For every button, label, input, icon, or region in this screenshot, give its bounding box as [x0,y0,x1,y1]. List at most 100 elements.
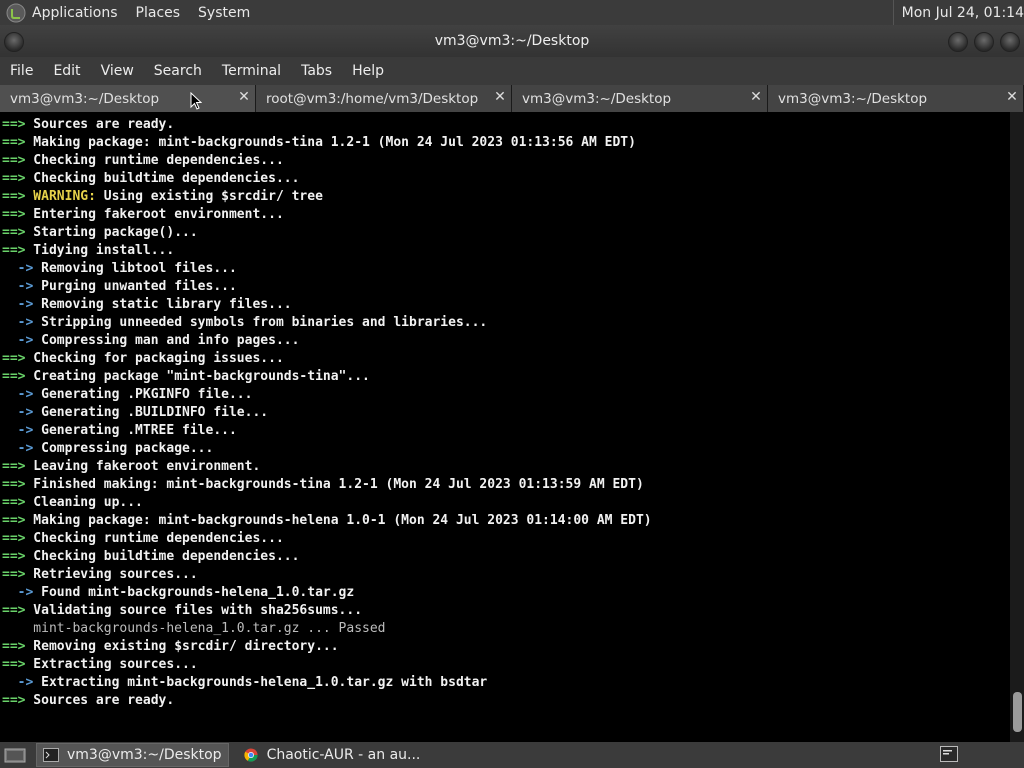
panel-menu-system[interactable]: System [198,5,250,21]
scrollbar-thumb[interactable] [1013,692,1022,732]
sub-arrow-prefix: -> [2,405,34,420]
show-desktop-icon[interactable] [4,746,26,764]
terminal-line: -> Stripping unneeded symbols from binar… [2,314,1010,332]
menu-edit[interactable]: Edit [43,63,90,79]
arrow-prefix: ==> [2,225,26,240]
menu-terminal[interactable]: Terminal [212,63,291,79]
window-menu-button[interactable] [4,32,24,52]
sub-arrow-prefix: -> [2,585,34,600]
arrow-prefix: ==> [2,189,26,204]
terminal-line: -> Removing libtool files... [2,260,1010,278]
terminal-scrollbar[interactable] [1010,112,1024,742]
terminal-line: ==> Checking buildtime dependencies... [2,170,1010,188]
line-text: Removing static library files... [33,297,292,312]
menu-view[interactable]: View [91,63,144,79]
workspace-switcher-icon[interactable] [940,746,958,762]
menu-help[interactable]: Help [342,63,394,79]
window-titlebar[interactable]: vm3@vm3:~/Desktop [0,25,1024,57]
tab-label: vm3@vm3:~/Desktop [778,90,928,107]
close-tab-icon[interactable]: ✕ [493,90,507,104]
line-text: mint-backgrounds-helena_1.0.tar.gz ... P… [2,621,386,636]
line-text: Stripping unneeded symbols from binaries… [33,315,488,330]
line-text: Checking runtime dependencies... [25,153,284,168]
terminal-line: ==> Making package: mint-backgrounds-tin… [2,134,1010,152]
arrow-prefix: ==> [2,459,26,474]
sub-arrow-prefix: -> [2,423,34,438]
terminal-line: ==> Entering fakeroot environment... [2,206,1010,224]
panel-menu-applications[interactable]: Applications [32,5,118,21]
panel-menu-places[interactable]: Places [136,5,181,21]
terminal-line: ==> Making package: mint-backgrounds-hel… [2,512,1010,530]
mouse-pointer-icon [190,92,202,110]
close-button[interactable] [1000,32,1020,52]
arrow-prefix: ==> [2,639,26,654]
line-text: Checking for packaging issues... [25,351,284,366]
warning-label: WARNING: [25,189,96,204]
line-text: Sources are ready. [25,117,175,132]
line-text: Generating .BUILDINFO file... [33,405,269,420]
tab-1[interactable]: vm3@vm3:~/Desktop ✕ [0,85,256,112]
taskbar-item-terminal[interactable]: vm3@vm3:~/Desktop [36,743,229,767]
arrow-prefix: ==> [2,567,26,582]
close-tab-icon[interactable]: ✕ [749,90,763,104]
line-text: Sources are ready. [25,693,175,708]
tab-label: vm3@vm3:~/Desktop [10,90,160,107]
minimize-button[interactable] [948,32,968,52]
line-text: Checking buildtime dependencies... [25,171,300,186]
line-text: Extracting mint-backgrounds-helena_1.0.t… [33,675,488,690]
sub-arrow-prefix: -> [2,261,34,276]
tab-label: vm3@vm3:~/Desktop [522,90,672,107]
tab-4[interactable]: vm3@vm3:~/Desktop ✕ [768,85,1024,112]
arrow-prefix: ==> [2,603,26,618]
line-text: Entering fakeroot environment... [25,207,284,222]
sub-arrow-prefix: -> [2,441,34,456]
mint-menu-icon[interactable] [6,3,26,23]
line-text: Checking runtime dependencies... [25,531,284,546]
arrow-prefix: ==> [2,693,26,708]
sub-arrow-prefix: -> [2,675,34,690]
line-text: Validating source files with sha256sums.… [25,603,363,618]
terminal-line: ==> Cleaning up... [2,494,1010,512]
arrow-prefix: ==> [2,243,26,258]
terminal-line: mint-backgrounds-helena_1.0.tar.gz ... P… [2,620,1010,638]
terminal-line: -> Compressing package... [2,440,1010,458]
menu-file[interactable]: File [0,63,43,79]
line-text: Compressing package... [33,441,214,456]
line-text: Generating .MTREE file... [33,423,237,438]
line-text: Creating package "mint-backgrounds-tina"… [25,369,370,384]
terminal-output[interactable]: ==> Sources are ready. ==> Making package… [0,112,1010,742]
maximize-button[interactable] [974,32,994,52]
line-text: Generating .PKGINFO file... [33,387,253,402]
tab-2[interactable]: root@vm3:/home/vm3/Desktop ✕ [256,85,512,112]
taskbar-item-chrome[interactable]: Chaotic-AUR - an au... [237,744,427,766]
terminal-line: ==> Extracting sources... [2,656,1010,674]
arrow-prefix: ==> [2,369,26,384]
bottom-panel: vm3@vm3:~/Desktop Chaotic-AUR - an au... [0,742,1024,768]
top-panel: Applications Places System Mon Jul 24, 0… [0,0,1024,25]
menubar: File Edit View Search Terminal Tabs Help [0,57,1024,85]
clock[interactable]: Mon Jul 24, 01:14 [892,0,1024,25]
tab-3[interactable]: vm3@vm3:~/Desktop ✕ [512,85,768,112]
terminal-line: ==> Checking buildtime dependencies... [2,548,1010,566]
arrow-prefix: ==> [2,153,26,168]
terminal-line: -> Generating .BUILDINFO file... [2,404,1010,422]
arrow-prefix: ==> [2,171,26,186]
line-text: Compressing man and info pages... [33,333,300,348]
terminal-line: ==> Starting package()... [2,224,1010,242]
terminal-line: ==> Sources are ready. [2,116,1010,134]
line-text: Purging unwanted files... [33,279,237,294]
close-tab-icon[interactable]: ✕ [237,90,251,104]
terminal-line: ==> Removing existing $srcdir/ directory… [2,638,1010,656]
tab-bar: vm3@vm3:~/Desktop ✕ root@vm3:/home/vm3/D… [0,85,1024,112]
menu-tabs[interactable]: Tabs [291,63,342,79]
arrow-prefix: ==> [2,513,26,528]
sub-arrow-prefix: -> [2,387,34,402]
line-text: Removing libtool files... [33,261,237,276]
line-text: Making package: mint-backgrounds-tina 1.… [25,135,636,150]
sub-arrow-prefix: -> [2,315,34,330]
menu-search[interactable]: Search [144,63,212,79]
chrome-icon [243,748,258,762]
close-tab-icon[interactable]: ✕ [1005,90,1019,104]
terminal-line: ==> Checking runtime dependencies... [2,530,1010,548]
line-text: Making package: mint-backgrounds-helena … [25,513,652,528]
